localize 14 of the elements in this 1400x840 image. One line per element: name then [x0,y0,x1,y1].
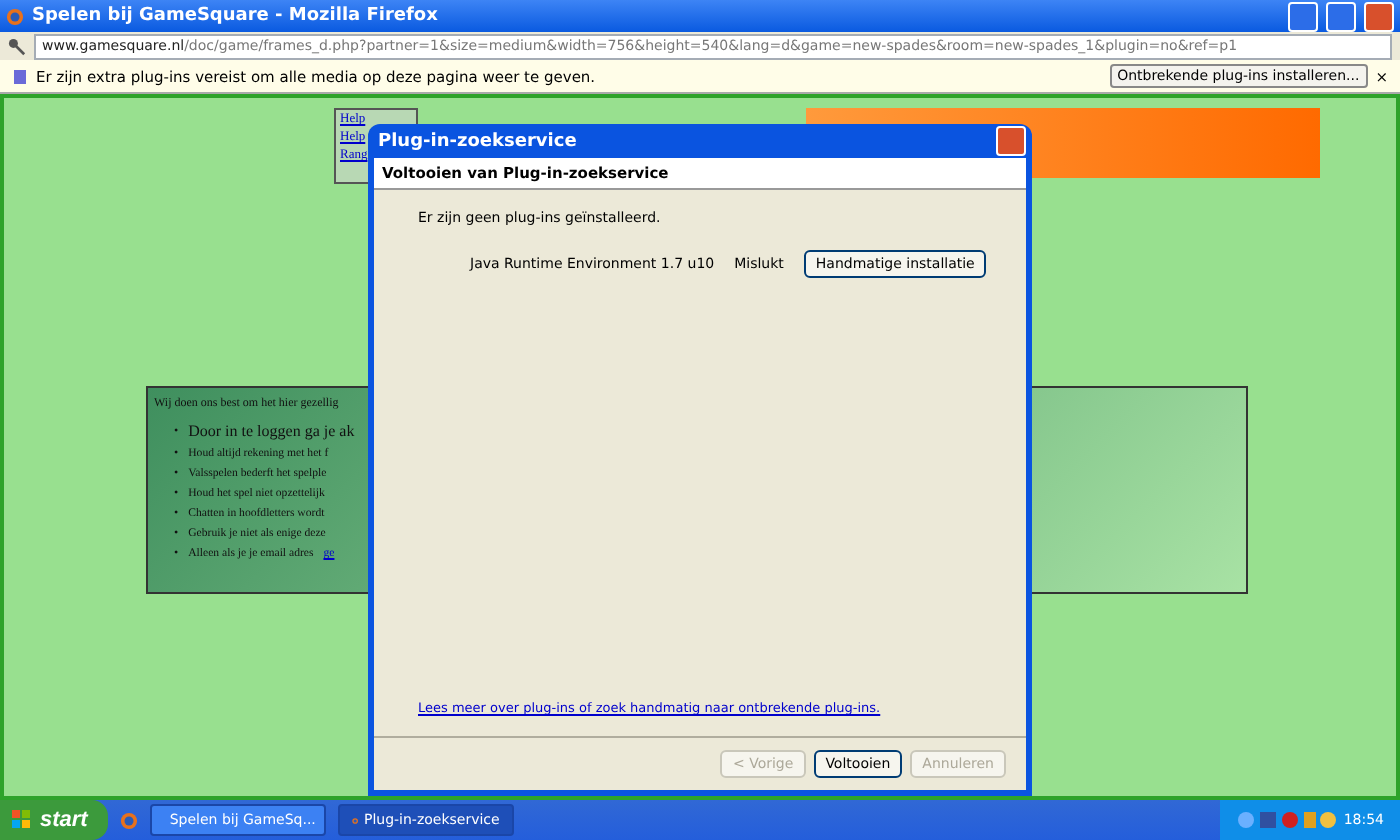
close-button[interactable] [1364,1,1394,31]
windows-logo-icon [12,810,32,830]
browser-icon [119,811,138,829]
rule-text: Door in te loggen ga je ak [188,422,355,440]
key-icon [8,37,26,55]
window-title: Spelen bij GameSquare - Mozilla Firefox [32,6,440,26]
dialog-title: Plug-in-zoekservice [378,131,577,151]
maximize-button[interactable] [1326,1,1356,31]
tray-icons-drawing [1235,810,1336,830]
puzzle-icon [12,67,28,85]
minimize-button[interactable] [1288,1,1318,31]
start-button[interactable]: start [0,800,108,840]
browser-icon [6,7,24,25]
close-button[interactable] [996,126,1026,156]
